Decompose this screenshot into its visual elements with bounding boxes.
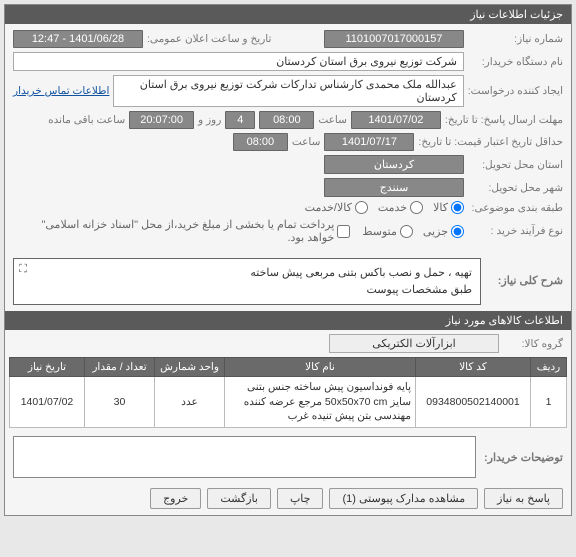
cell-name: پایه فونداسیون پیش ساخته جنس بتنی سایز 5…: [225, 377, 416, 428]
province-label: استان محل تحویل:: [468, 159, 563, 171]
buyer-name-label: نام دستگاه خریدار:: [468, 56, 563, 68]
treasury-check[interactable]: پرداخت تمام یا بخشی از مبلغ خرید،از محل …: [13, 218, 350, 244]
cell-qty: 30: [85, 377, 155, 428]
radio-medium-input[interactable]: [400, 225, 413, 238]
radio-both-label: کالا/خدمت: [305, 201, 352, 214]
datetime-value: 1401/06/28 - 12:47: [13, 30, 143, 48]
process-radio-group: جزیی متوسط: [362, 225, 464, 238]
requester-value: عبدالله ملک محمدی کارشناس تدارکات شرکت ت…: [113, 75, 463, 107]
panel-title: جزئیات اطلاعات نیاز: [5, 5, 571, 24]
need-title-line2: طبق مشخصات پیوست: [22, 282, 472, 299]
city-label: شهر محل تحویل:: [468, 182, 563, 194]
radio-both-input[interactable]: [355, 201, 368, 214]
day-value: 4: [225, 111, 255, 129]
expand-icon[interactable]: ⛶: [16, 261, 30, 275]
radio-goods[interactable]: کالا: [433, 201, 464, 214]
radio-goods-input[interactable]: [451, 201, 464, 214]
table-row[interactable]: 1 0934800502140001 پایه فونداسیون پیش سا…: [10, 377, 567, 428]
need-no-value: 1101007017000157: [324, 30, 464, 48]
radio-service-input[interactable]: [410, 201, 423, 214]
city-value: سنندج: [324, 178, 464, 197]
treasury-note: پرداخت تمام یا بخشی از مبلغ خرید،از محل …: [13, 218, 334, 244]
details-panel: جزئیات اطلاعات نیاز شماره نیاز: 11010070…: [4, 4, 572, 516]
table-header-row: ردیف کد کالا نام کالا واحد شمارش تعداد /…: [10, 358, 567, 377]
items-table: ردیف کد کالا نام کالا واحد شمارش تعداد /…: [9, 357, 567, 428]
print-button[interactable]: چاپ: [277, 488, 324, 509]
deadline-hour: 08:00: [259, 111, 314, 129]
radio-minor-label: جزیی: [423, 225, 448, 238]
treasury-checkbox-input[interactable]: [337, 225, 350, 238]
col-qty: تعداد / مقدار: [85, 358, 155, 377]
cell-row: 1: [531, 377, 567, 428]
cell-unit: عدد: [155, 377, 225, 428]
radio-minor-input[interactable]: [451, 225, 464, 238]
validity-hour-label: ساعت: [292, 136, 321, 148]
province-value: کردستان: [324, 155, 464, 174]
radio-minor[interactable]: جزیی: [423, 225, 464, 238]
deadline-date: 1401/07/02: [351, 111, 441, 129]
remain-value: 20:07:00: [129, 111, 194, 129]
day-label: روز و: [198, 114, 221, 126]
col-name: نام کالا: [225, 358, 416, 377]
subject-label: طبقه بندی موضوعی:: [468, 202, 563, 214]
col-date: تاریخ نیاز: [10, 358, 85, 377]
button-bar: پاسخ به نیاز مشاهده مدارک پیوستی (1) چاپ…: [5, 482, 571, 515]
buyer-name-value: شرکت توزیع نیروی برق استان کردستان: [13, 52, 464, 71]
cell-code: 0934800502140001: [416, 377, 531, 428]
need-title-box: ⛶ تهیه ، حمل و نصب باکس بتنی مربعی پیش س…: [13, 258, 481, 305]
deadline-hour-label: ساعت: [318, 114, 347, 126]
need-no-label: شماره نیاز:: [468, 33, 563, 45]
radio-goods-label: کالا: [433, 201, 448, 214]
radio-service[interactable]: خدمت: [378, 201, 423, 214]
group-value: ابزارآلات الکتریکی: [329, 334, 499, 353]
validity-label: حداقل تاریخ اعتبار قیمت: تا تاریخ:: [418, 136, 563, 148]
deadline-label: مهلت ارسال پاسخ: تا تاریخ:: [445, 114, 563, 126]
col-row: ردیف: [531, 358, 567, 377]
cell-date: 1401/07/02: [10, 377, 85, 428]
buyer-note-box: [13, 436, 476, 478]
remain-label: ساعت باقی مانده: [48, 114, 125, 126]
requester-label: ایجاد کننده درخواست:: [468, 85, 563, 97]
buyer-note-label: توضیحات خریدار:: [476, 432, 571, 482]
subject-radio-group: کالا خدمت کالا/خدمت: [305, 201, 464, 214]
back-button[interactable]: بازگشت: [207, 488, 271, 509]
exit-button[interactable]: خروج: [150, 488, 201, 509]
radio-service-label: خدمت: [378, 201, 407, 214]
validity-hour: 08:00: [233, 133, 288, 151]
items-header: اطلاعات کالاهای مورد نیاز: [5, 311, 571, 330]
need-title-line1: تهیه ، حمل و نصب باکس بتنی مربعی پیش ساخ…: [22, 265, 472, 282]
datetime-label: تاریخ و ساعت اعلان عمومی:: [147, 33, 271, 45]
contact-link[interactable]: اطلاعات تماس خریدار: [13, 85, 109, 97]
need-title-label: شرح کلی نیاز:: [481, 254, 571, 307]
reply-button[interactable]: پاسخ به نیاز: [484, 488, 563, 509]
form-area: شماره نیاز: 1101007017000157 تاریخ و ساع…: [5, 24, 571, 254]
radio-both[interactable]: کالا/خدمت: [305, 201, 368, 214]
radio-medium[interactable]: متوسط: [362, 225, 413, 238]
group-label: گروه کالا:: [503, 338, 563, 350]
col-code: کد کالا: [416, 358, 531, 377]
process-label: نوع فرآیند خرید :: [468, 225, 563, 237]
attach-button[interactable]: مشاهده مدارک پیوستی (1): [329, 488, 478, 509]
validity-date: 1401/07/17: [324, 133, 414, 151]
radio-medium-label: متوسط: [362, 225, 397, 238]
col-unit: واحد شمارش: [155, 358, 225, 377]
